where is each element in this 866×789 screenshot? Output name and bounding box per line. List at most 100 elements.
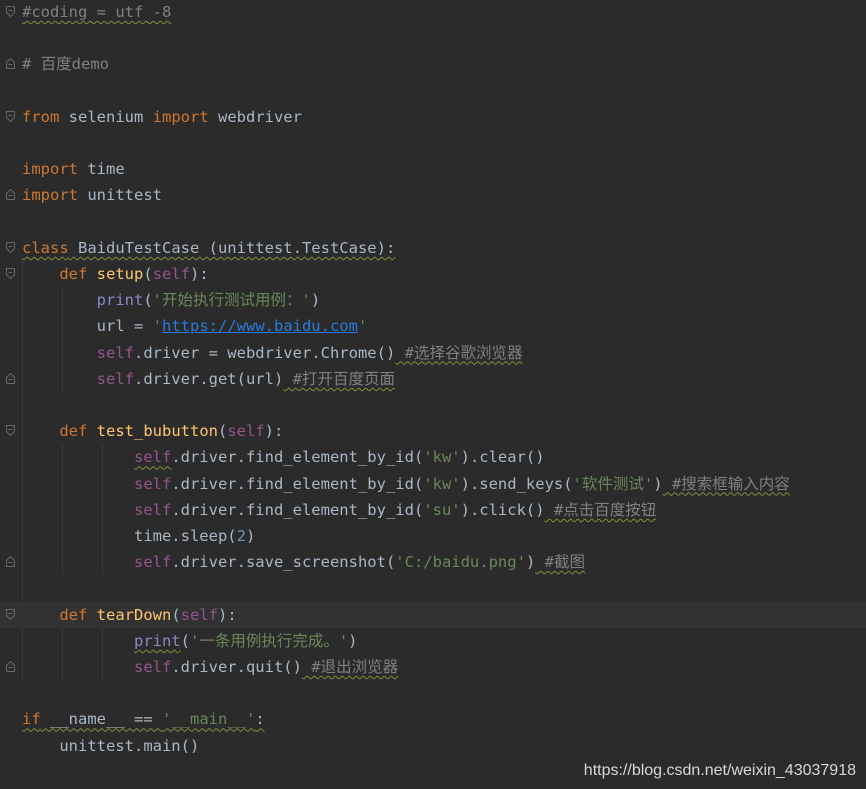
code-token: webdriver: [208, 107, 302, 126]
code-token: #搜索框输入内容: [662, 474, 790, 493]
code-line[interactable]: [0, 680, 866, 706]
fold-end-icon[interactable]: [6, 58, 15, 70]
code-line[interactable]: self.driver.save_screenshot('C:/baidu.pn…: [0, 549, 866, 575]
code-token: 'kw': [423, 474, 461, 493]
code-token: self: [133, 474, 172, 493]
fold-end-icon[interactable]: [6, 189, 15, 201]
fold-end-icon[interactable]: [6, 661, 15, 672]
code-text: self.driver.find_element_by_id('kw').cle…: [22, 444, 545, 470]
code-token: https://www.baidu.com: [162, 317, 358, 336]
code-token: print: [133, 631, 181, 650]
code-text: def test_bubutton(self):: [22, 418, 283, 444]
code-token: test_bubutton: [96, 422, 218, 441]
code-line[interactable]: print('开始执行测试用例：'): [0, 287, 866, 313]
code-text: print('开始执行测试用例：'): [22, 287, 321, 313]
code-token: ): [348, 631, 358, 650]
code-token: ).clear(): [460, 448, 545, 467]
code-line[interactable]: class BaiduTestCase (unittest.TestCase):: [0, 235, 866, 261]
code-token: self: [96, 343, 134, 362]
code-line[interactable]: if __name__ == '__main__':: [0, 706, 866, 732]
code-line[interactable]: url = 'https://www.baidu.com': [0, 313, 866, 339]
code-token: tearDown: [96, 605, 172, 624]
code-line[interactable]: self.driver.find_element_by_id('kw').cle…: [0, 444, 866, 470]
fold-collapse-icon[interactable]: [6, 268, 15, 279]
code-token: .driver = webdriver.Chrome(): [133, 343, 396, 362]
code-line[interactable]: def test_bubutton(self):: [0, 418, 866, 444]
code-token: ):: [218, 605, 237, 624]
code-line[interactable]: [0, 130, 866, 156]
code-line[interactable]: [0, 78, 866, 104]
code-token: 'C:/baidu.png': [395, 553, 526, 572]
code-line[interactable]: self.driver.find_element_by_id('kw').sen…: [0, 471, 866, 497]
code-line[interactable]: import time: [0, 156, 866, 182]
code-token: time.sleep(: [22, 527, 237, 545]
fold-collapse-icon[interactable]: [6, 241, 15, 253]
code-text: self.driver = webdriver.Chrome() #选择谷歌浏览…: [22, 340, 523, 366]
code-line[interactable]: time.sleep(2): [0, 523, 866, 549]
fold-collapse-icon[interactable]: [6, 425, 15, 437]
code-token: (: [143, 291, 153, 310]
code-text: # 百度demo: [22, 51, 109, 77]
code-token: 'kw': [423, 448, 461, 467]
code-line[interactable]: self.driver.get(url) #打开百度页面: [0, 366, 866, 392]
code-line[interactable]: [0, 392, 866, 418]
code-line[interactable]: def setup(self):: [0, 261, 866, 287]
fold-collapse-icon[interactable]: [6, 6, 15, 17]
fold-end-icon[interactable]: [6, 372, 15, 384]
code-token: #选择谷歌浏览器: [395, 343, 523, 362]
code-text: #coding = utf -8: [22, 0, 171, 25]
code-editor[interactable]: #coding = utf -8 # 百度demo from selenium im…: [0, 0, 866, 789]
code-line[interactable]: from selenium import webdriver: [0, 104, 866, 130]
code-token: .driver.quit(): [171, 658, 302, 676]
code-token: ):: [190, 265, 209, 283]
code-token: import: [152, 107, 209, 126]
code-token: self: [152, 265, 191, 283]
code-line[interactable]: [0, 575, 866, 601]
code-line[interactable]: [0, 209, 866, 235]
code-token: (: [180, 631, 190, 650]
fold-collapse-icon[interactable]: [6, 110, 15, 122]
code-line[interactable]: import unittest: [0, 182, 866, 208]
code-line[interactable]: print('一条用例执行完成。'): [0, 628, 866, 654]
fold-end-icon[interactable]: [6, 556, 15, 568]
code-token: self: [133, 448, 172, 467]
code-token: def: [59, 265, 88, 283]
fold-collapse-icon[interactable]: [6, 608, 15, 620]
code-token: from: [22, 107, 60, 126]
code-text: print('一条用例执行完成。'): [22, 628, 358, 654]
code-token: time: [78, 160, 125, 179]
code-text: class BaiduTestCase (unittest.TestCase):: [22, 235, 395, 261]
watermark-text: https://blog.csdn.net/weixin_43037918: [583, 762, 856, 779]
code-token: ': [357, 317, 368, 336]
code-token: print: [96, 291, 144, 310]
code-text: unittest.main(): [22, 733, 199, 759]
code-token: #退出浏览器: [301, 658, 399, 676]
code-line[interactable]: unittest.main(): [0, 733, 866, 759]
code-line[interactable]: def tearDown(self):: [0, 601, 866, 628]
code-token: def: [59, 605, 88, 624]
code-line[interactable]: self.driver.quit() #退出浏览器: [0, 654, 866, 680]
code-line[interactable]: [0, 25, 866, 51]
code-token: def: [59, 422, 88, 441]
code-text: self.driver.find_element_by_id('su').cli…: [22, 497, 656, 523]
code-text: import unittest: [22, 182, 162, 208]
code-line[interactable]: self.driver.find_element_by_id('su').cli…: [0, 497, 866, 523]
code-token: '开始执行测试用例：': [152, 291, 311, 310]
code-token: :: [255, 710, 265, 729]
code-token: ): [245, 527, 256, 545]
code-text: self.driver.find_element_by_id('kw').sen…: [22, 471, 790, 497]
code-line[interactable]: # 百度demo: [0, 51, 866, 77]
code-token: #截图: [535, 553, 585, 572]
code-line[interactable]: self.driver = webdriver.Chrome() #选择谷歌浏览…: [0, 340, 866, 366]
code-line[interactable]: #coding = utf -8: [0, 0, 866, 25]
